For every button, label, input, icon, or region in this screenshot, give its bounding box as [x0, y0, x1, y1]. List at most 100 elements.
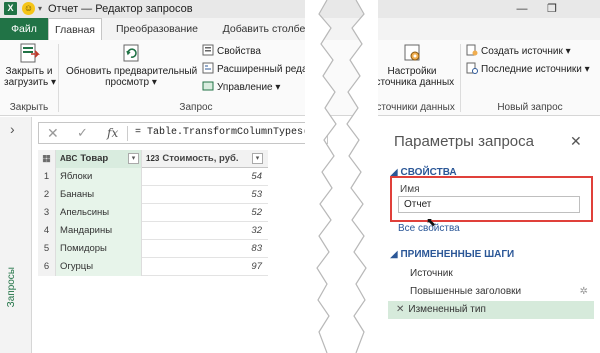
advanced-editor-label: Расширенный редакто — [217, 64, 323, 75]
cell-product[interactable]: Апельсины — [56, 204, 142, 222]
restore-button[interactable]: ❐ — [540, 1, 564, 17]
cell-price[interactable]: 54 — [142, 168, 268, 186]
cell-price[interactable]: 52 — [142, 204, 268, 222]
column-title-price: Стоимость, руб. — [162, 153, 239, 164]
name-field-highlight — [390, 176, 593, 222]
dss-label-2: источника данных — [369, 77, 455, 88]
cell-product[interactable]: Огурцы — [56, 258, 142, 276]
cell-price[interactable]: 32 — [142, 222, 268, 240]
column-title-product: Товар — [80, 153, 109, 164]
cell-price[interactable]: 97 — [142, 258, 268, 276]
number-type-icon[interactable]: 123 — [146, 154, 159, 163]
step-label: Измененный тип — [408, 304, 486, 315]
advanced-editor-icon — [202, 62, 214, 74]
formula-separator — [127, 126, 128, 141]
ribbon: Закрыть и загрузить ▾ Закрыть Обновить п… — [0, 40, 600, 116]
cell-product[interactable]: Яблоки — [56, 168, 142, 186]
manage-icon — [202, 81, 214, 91]
recent-sources-label: Последние источники ▾ — [481, 64, 590, 75]
cell-product[interactable]: Бананы — [56, 186, 142, 204]
expand-queries-arrow-icon[interactable]: › — [10, 121, 15, 137]
data-preview-grid: ▦ ABC Товар ▾ 123 Стоимость, руб. ▾ 1 Ябло… — [38, 150, 268, 276]
group-separator — [58, 44, 59, 112]
queries-pane-collapsed[interactable]: › Запросы — [0, 117, 32, 353]
applied-step-selected[interactable]: ✕ Измененный тип — [388, 301, 594, 319]
applied-step[interactable]: Источник — [388, 265, 594, 283]
mouse-cursor-icon: ⬉ — [426, 215, 437, 229]
window-title: Отчет — Редактор запросов — [48, 3, 193, 15]
step-settings-gear-icon[interactable]: ✲ — [580, 283, 588, 301]
fx-icon[interactable]: fx — [107, 126, 118, 140]
applied-step[interactable]: Повышенные заголовки ✲ — [388, 283, 594, 301]
close-load-label-1: Закрыть и — [5, 66, 53, 77]
group-separator — [460, 44, 461, 112]
table-row[interactable]: 6 Огурцы 97 — [38, 258, 268, 276]
new-source-button[interactable]: Создать источник ▾ — [466, 44, 571, 60]
close-and-load-button[interactable]: Закрыть и загрузить ▾ — [4, 42, 57, 88]
properties-button[interactable]: Свойства — [202, 44, 261, 60]
tab-transform[interactable]: Преобразование — [108, 18, 206, 40]
new-source-label: Создать источник ▾ — [481, 46, 571, 57]
delete-step-icon[interactable]: ✕ — [396, 304, 404, 315]
data-source-settings-icon — [404, 44, 420, 61]
manage-label: Управление ▾ — [217, 82, 281, 93]
row-number: 6 — [38, 258, 56, 276]
advanced-editor-button[interactable]: Расширенный редакто — [202, 62, 322, 78]
applied-steps-section-header[interactable]: ◢ ПРИМЕНЕННЫЕ ШАГИ — [390, 249, 514, 260]
cancel-formula-icon[interactable]: ✕ — [47, 125, 59, 142]
recent-sources-icon — [466, 62, 478, 74]
smiley-feedback-icon[interactable]: ☺ — [22, 2, 35, 15]
cell-price[interactable]: 83 — [142, 240, 268, 258]
group-label-close: Закрыть — [9, 102, 49, 113]
query-settings-panel: Параметры запроса ✕ ◢ СВОЙСТВА Имя Все с… — [382, 117, 600, 353]
dss-label-1: Настройки — [387, 66, 437, 77]
group-label-query: Запрос — [179, 102, 213, 113]
refresh-preview-button[interactable]: Обновить предварительный просмотр ▾ — [66, 42, 198, 88]
table-row[interactable]: 4 Мандарины 32 — [38, 222, 268, 240]
applied-steps-list: Источник Повышенные заголовки ✲ ✕ Измененн… — [388, 265, 594, 319]
title-bar: X ☺ ▾ Отчет — Редактор запросов — ❐ — [0, 0, 600, 18]
close-load-icon — [20, 43, 40, 63]
tab-file[interactable]: Файл — [0, 18, 48, 40]
tab-home[interactable]: Главная — [48, 18, 102, 41]
ribbon-tabs: Файл Главная Преобразование Добавить сто… — [0, 18, 600, 41]
text-type-icon[interactable]: ABC — [60, 154, 77, 163]
row-number: 3 — [38, 204, 56, 222]
filter-dropdown-icon[interactable]: ▾ — [128, 153, 139, 164]
cell-price[interactable]: 53 — [142, 186, 268, 204]
data-source-settings-button[interactable]: Настройки источника данных — [368, 42, 456, 88]
column-header-price[interactable]: 123 Стоимость, руб. — [142, 150, 268, 168]
new-source-icon — [466, 44, 478, 56]
step-label: Источник — [410, 268, 453, 279]
panel-title: Параметры запроса — [394, 133, 534, 150]
formula-bar[interactable]: ✕ ✓ fx = Table.TransformColumnTypes(#" — [38, 122, 328, 144]
group-label-new-query: Новый запрос — [497, 102, 563, 113]
table-row[interactable]: 1 Яблоки 54 — [38, 168, 268, 186]
table-menu-icon[interactable]: ▦ — [38, 150, 56, 168]
grid-header-row: ▦ ABC Товар ▾ 123 Стоимость, руб. ▾ — [38, 150, 268, 168]
manage-button[interactable]: Управление ▾ — [202, 80, 280, 96]
row-number: 2 — [38, 186, 56, 204]
group-label-data-sources: Источники данных — [369, 102, 455, 113]
refresh-label-1: Обновить предварительный — [66, 66, 198, 77]
queries-pane-label[interactable]: Запросы — [6, 267, 20, 307]
refresh-label-2: просмотр ▾ — [105, 77, 157, 88]
properties-label: Свойства — [217, 46, 261, 57]
recent-sources-button[interactable]: Последние источники ▾ — [466, 62, 590, 78]
cell-product[interactable]: Помидоры — [56, 240, 142, 258]
filter-dropdown-icon[interactable]: ▾ — [252, 153, 263, 164]
tab-add-column[interactable]: Добавить столбец — [212, 18, 322, 40]
table-row[interactable]: 2 Бананы 53 — [38, 186, 268, 204]
cell-product[interactable]: Мандарины — [56, 222, 142, 240]
confirm-formula-icon[interactable]: ✓ — [77, 125, 88, 141]
row-number: 4 — [38, 222, 56, 240]
minimize-button[interactable]: — — [510, 1, 534, 17]
properties-icon — [202, 44, 214, 56]
table-row[interactable]: 3 Апельсины 52 — [38, 204, 268, 222]
row-number: 1 — [38, 168, 56, 186]
row-number: 5 — [38, 240, 56, 258]
formula-text[interactable]: = Table.TransformColumnTypes(#" — [135, 127, 321, 138]
close-panel-icon[interactable]: ✕ — [570, 133, 582, 150]
table-row[interactable]: 5 Помидоры 83 — [38, 240, 268, 258]
close-load-label-2: загрузить ▾ — [4, 77, 57, 88]
